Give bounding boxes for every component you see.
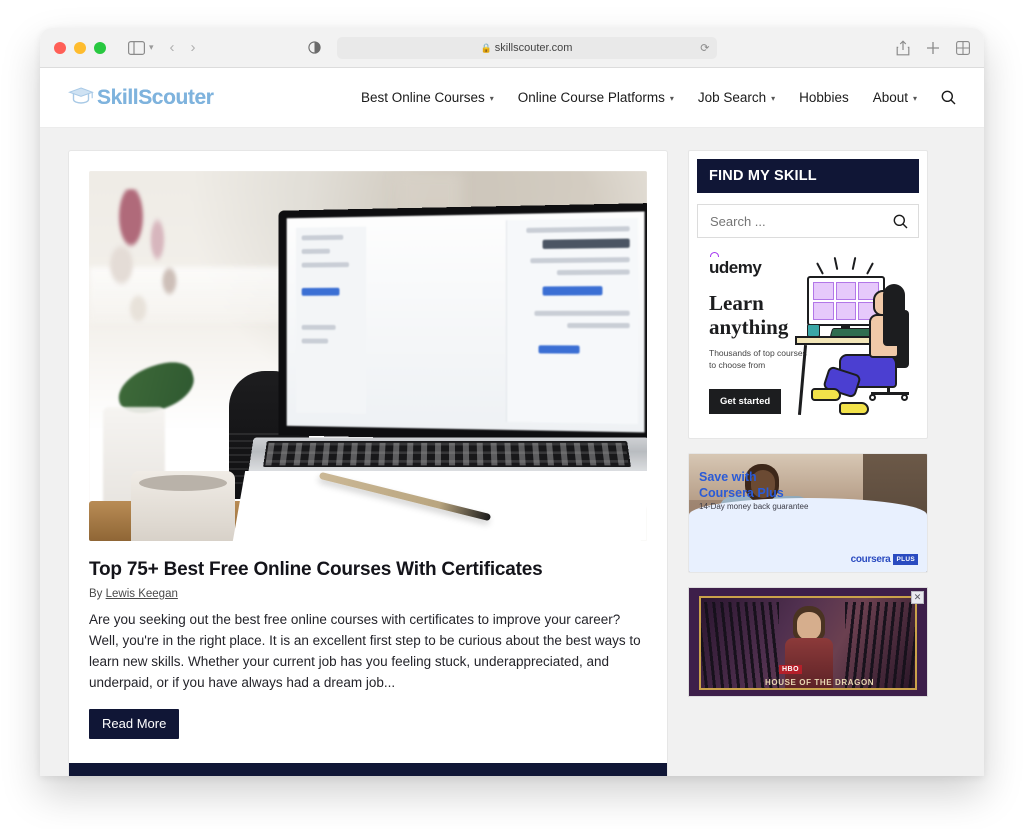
hbo-throne-blades-right [845, 602, 915, 688]
reload-icon[interactable]: ⟳ [700, 41, 709, 54]
chevron-down-icon: ▾ [489, 94, 494, 103]
coursera-plus-badge: PLUS [893, 554, 918, 565]
coursera-ad[interactable]: Save with Coursera Plus 14-Day money bac… [688, 453, 928, 573]
coursera-headline: Save with Coursera Plus [699, 470, 784, 501]
udemy-ad[interactable]: udemy Learn anything Thousands of top co… [697, 244, 919, 430]
hero-mug [131, 471, 235, 541]
udemy-get-started-button[interactable]: Get started [709, 389, 782, 414]
nav-label: About [872, 90, 908, 105]
nav-label: Online Course Platforms [517, 90, 665, 105]
site-logo[interactable]: SkillScouter [68, 86, 214, 110]
nav-item-online-course-platforms[interactable]: Online Course Platforms ▾ [518, 90, 674, 105]
lock-icon: 🔒 [480, 42, 492, 53]
close-icon[interactable]: ✕ [911, 591, 924, 604]
sidebar-search-box[interactable] [697, 204, 919, 238]
udemy-illustration [791, 250, 917, 426]
post-byline: By Lewis Keegan [89, 588, 647, 600]
new-tab-icon[interactable] [926, 41, 940, 55]
find-my-skill-widget: FIND MY SKILL udemy [688, 150, 928, 439]
widget-title: FIND MY SKILL [697, 159, 919, 193]
minimize-window-button[interactable] [74, 41, 86, 54]
chevron-down-icon: ▾ [771, 94, 776, 103]
coursera-headline-line2: Coursera Plus [699, 485, 784, 500]
forward-arrow-icon[interactable]: › [191, 39, 196, 56]
hero-screen-content [286, 211, 645, 433]
featured-courses-heading: Featured Courses From Top Providers [69, 763, 667, 776]
nav-item-job-search[interactable]: Job Search ▾ [698, 90, 775, 105]
nav-item-hobbies[interactable]: Hobbies [799, 90, 849, 105]
byline-prefix: By [89, 588, 103, 600]
udemy-hat-icon [710, 252, 719, 257]
main-navigation: Best Online Courses ▾ Online Course Plat… [361, 90, 956, 105]
hbo-ad-frame: HBO HOUSE OF THE DRAGON [699, 596, 917, 690]
hbo-throne-blades-left [701, 602, 779, 688]
close-window-button[interactable] [54, 41, 66, 54]
url-text: 🔒 skillscouter.com [481, 42, 573, 54]
toolbar-right-actions [896, 39, 970, 56]
post-hero-image[interactable] [89, 171, 647, 541]
udemy-wordmark: udemy [709, 258, 762, 277]
graduation-cap-icon [68, 86, 94, 110]
coursera-wordmark: coursera [850, 554, 891, 565]
hbo-ad[interactable]: HBO HOUSE OF THE DRAGON ✕ [688, 587, 928, 697]
sidebar-toggle-icon[interactable] [128, 40, 145, 55]
browser-toolbar: ▾ ‹ › 🔒 skillscouter.com ⟳ [40, 28, 984, 68]
url-value: skillscouter.com [494, 41, 573, 54]
hero-laptop-keyboard [263, 441, 631, 468]
search-icon[interactable] [941, 90, 956, 105]
author-link[interactable]: Lewis Keegan [106, 588, 178, 600]
nav-label: Hobbies [799, 90, 849, 105]
hbo-show-title: HOUSE OF THE DRAGON [765, 678, 875, 687]
back-arrow-icon[interactable]: ‹ [170, 39, 175, 56]
search-input[interactable] [710, 213, 893, 229]
chevron-down-icon: ▾ [912, 94, 917, 103]
reader-mode-icon[interactable] [307, 41, 321, 54]
hero-laptop-screen [278, 203, 647, 443]
main-content-column: Top 75+ Best Free Online Courses With Ce… [68, 150, 668, 776]
chevron-down-icon: ▾ [669, 94, 674, 103]
search-icon[interactable] [893, 214, 908, 229]
hero-laptop [248, 203, 647, 507]
post-excerpt: Are you seeking out the best free online… [89, 612, 641, 691]
read-more-button[interactable]: Read More [89, 709, 180, 740]
coursera-subtext: 14-Day money back guarantee [699, 502, 809, 511]
nav-label: Job Search [697, 90, 767, 105]
sidebar-dropdown-icon[interactable]: ▾ [149, 42, 154, 53]
nav-item-about[interactable]: About ▾ [873, 90, 917, 105]
site-header: SkillScouter Best Online Courses ▾ Onlin… [40, 68, 984, 128]
hbo-character [797, 612, 821, 640]
browser-window: ▾ ‹ › 🔒 skillscouter.com ⟳ SkillScouter … [40, 28, 984, 776]
nav-label: Best Online Courses [360, 90, 485, 105]
maximize-window-button[interactable] [94, 41, 106, 54]
window-controls[interactable] [54, 41, 106, 54]
address-bar[interactable]: 🔒 skillscouter.com ⟳ [336, 36, 717, 59]
nav-item-best-online-courses[interactable]: Best Online Courses ▾ [361, 90, 494, 105]
coursera-logo: coursera PLUS [851, 554, 918, 565]
spark-lines-icon [815, 256, 879, 276]
logo-text: SkillScouter [97, 85, 214, 109]
illustration-mug [807, 324, 820, 337]
hbo-ad-scene: HBO HOUSE OF THE DRAGON [701, 598, 915, 688]
address-bar-region: 🔒 skillscouter.com ⟳ [40, 36, 984, 59]
post-title[interactable]: Top 75+ Best Free Online Courses With Ce… [89, 559, 647, 581]
tab-overview-icon[interactable] [956, 40, 970, 55]
sidebar: FIND MY SKILL udemy [688, 150, 928, 697]
coursera-headline-line1: Save with [699, 470, 757, 484]
page-viewport: SkillScouter Best Online Courses ▾ Onlin… [40, 68, 984, 776]
share-icon[interactable] [896, 39, 910, 56]
udemy-logo: udemy [709, 252, 762, 278]
hbo-network-logo: HBO [779, 665, 803, 674]
page-body: Top 75+ Best Free Online Courses With Ce… [40, 128, 984, 776]
